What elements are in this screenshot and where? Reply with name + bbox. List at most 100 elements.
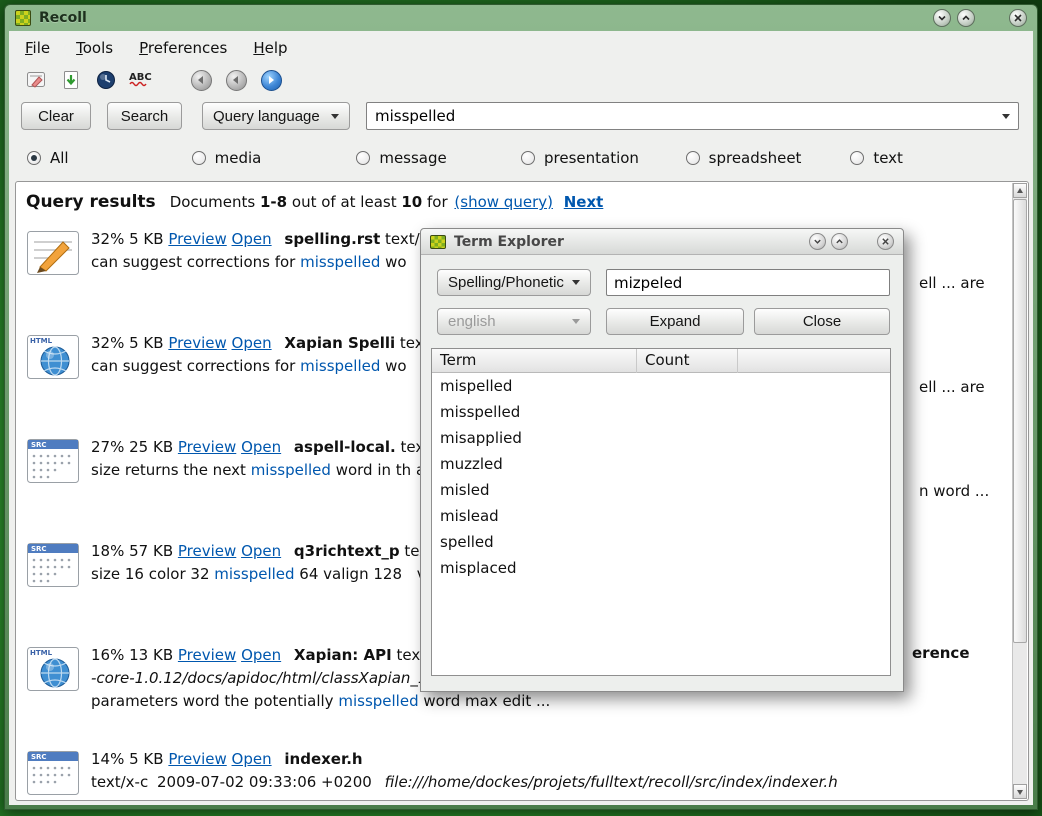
open-link[interactable]: Open bbox=[232, 230, 272, 248]
highlighted-term: misspelled bbox=[300, 253, 380, 271]
dialog-titlebar[interactable]: Term Explorer bbox=[421, 229, 903, 255]
dialog-title: Term Explorer bbox=[454, 234, 564, 250]
window-titlebar[interactable]: Recoll bbox=[5, 5, 1037, 31]
radio-text[interactable] bbox=[850, 151, 864, 165]
chevron-down-icon bbox=[572, 319, 580, 324]
term-input[interactable] bbox=[606, 269, 890, 296]
term-row[interactable]: misplaced bbox=[432, 555, 890, 581]
svg-text:SRC: SRC bbox=[31, 753, 47, 761]
preview-link[interactable]: Preview bbox=[178, 438, 236, 456]
results-summary: Documents 1-8 out of at least 10 for (sh… bbox=[170, 193, 604, 211]
search-row: Clear Search Query language bbox=[9, 99, 1033, 131]
save-page-icon[interactable] bbox=[58, 67, 84, 93]
unshade-icon[interactable] bbox=[957, 9, 975, 27]
term-row[interactable]: mislead bbox=[432, 503, 890, 529]
preview-link[interactable]: Preview bbox=[168, 750, 226, 768]
result-row: SRC 14% 5 KB Preview Open indexer.h text bbox=[26, 748, 1010, 794]
menu-preferences[interactable]: Preferences bbox=[135, 37, 231, 59]
column-header-count[interactable]: Count bbox=[637, 349, 738, 373]
nav-prev-icon[interactable] bbox=[223, 67, 249, 93]
open-link[interactable]: Open bbox=[232, 750, 272, 768]
menubar: File Tools Preferences Help bbox=[9, 31, 1033, 63]
app-icon bbox=[430, 235, 446, 249]
scroll-up-icon[interactable] bbox=[1013, 183, 1027, 198]
query-input[interactable] bbox=[367, 107, 1002, 125]
occluded-text-fragment: ell ... are bbox=[919, 274, 985, 292]
results-scrollbar[interactable] bbox=[1012, 183, 1027, 799]
column-header-term[interactable]: Term bbox=[432, 349, 637, 373]
nav-first-icon[interactable] bbox=[188, 67, 214, 93]
search-button[interactable]: Search bbox=[107, 102, 182, 130]
source-code-icon: SRC bbox=[26, 438, 80, 528]
highlighted-term: misspelled bbox=[300, 357, 380, 375]
spellcheck-abc-icon[interactable]: ABC bbox=[128, 67, 154, 93]
filter-presentation[interactable]: presentation bbox=[521, 149, 686, 167]
term-row[interactable]: misapplied bbox=[432, 425, 890, 451]
svg-text:HTML: HTML bbox=[30, 337, 53, 345]
shade-icon[interactable] bbox=[809, 233, 826, 250]
filter-text[interactable]: text bbox=[850, 149, 1015, 167]
radio-spreadsheet[interactable] bbox=[686, 151, 700, 165]
history-clock-icon[interactable] bbox=[93, 67, 119, 93]
window-title: Recoll bbox=[39, 10, 87, 26]
query-combobox[interactable] bbox=[366, 102, 1019, 130]
next-page-link[interactable]: Next bbox=[564, 193, 604, 211]
menu-tools[interactable]: Tools bbox=[72, 37, 117, 59]
show-query-link[interactable]: (show query) bbox=[454, 193, 553, 211]
radio-media[interactable] bbox=[192, 151, 206, 165]
radio-presentation[interactable] bbox=[521, 151, 535, 165]
result-snippet: parameters word the potentially misspell… bbox=[91, 692, 550, 710]
result-size: 13 KB bbox=[129, 646, 173, 664]
open-link[interactable]: Open bbox=[232, 334, 272, 352]
svg-text:SRC: SRC bbox=[31, 441, 47, 449]
menu-help[interactable]: Help bbox=[249, 37, 291, 59]
radio-all[interactable] bbox=[27, 151, 41, 165]
result-title: aspell-local. bbox=[294, 438, 396, 456]
clear-search-icon[interactable] bbox=[23, 67, 49, 93]
close-icon[interactable] bbox=[877, 233, 894, 250]
terms-table: Term Count mispelled misspelled misappli… bbox=[431, 348, 891, 676]
unshade-icon[interactable] bbox=[831, 233, 848, 250]
filter-message[interactable]: message bbox=[356, 149, 521, 167]
open-link[interactable]: Open bbox=[241, 438, 281, 456]
result-total: 10 bbox=[401, 193, 422, 211]
svg-text:ABC: ABC bbox=[129, 72, 152, 83]
filter-all[interactable]: All bbox=[27, 149, 192, 167]
radio-message[interactable] bbox=[356, 151, 370, 165]
scroll-down-icon[interactable] bbox=[1013, 784, 1027, 799]
close-icon[interactable] bbox=[1009, 9, 1027, 27]
preview-link[interactable]: Preview bbox=[168, 334, 226, 352]
menu-file[interactable]: File bbox=[21, 37, 54, 59]
open-link[interactable]: Open bbox=[241, 542, 281, 560]
table-header: Term Count bbox=[432, 349, 890, 373]
source-code-icon: SRC bbox=[26, 750, 80, 794]
filter-spreadsheet[interactable]: spreadsheet bbox=[686, 149, 851, 167]
html-globe-icon: HTML bbox=[26, 646, 80, 736]
result-snippet: size returns the next misspelled word in… bbox=[91, 461, 411, 479]
result-date: 2009-07-02 09:33:06 +0200 bbox=[157, 773, 372, 791]
expansion-mode-dropdown[interactable]: Spelling/Phonetic bbox=[437, 269, 591, 296]
text-document-icon bbox=[26, 230, 80, 320]
query-language-dropdown[interactable]: Query language bbox=[202, 102, 350, 130]
scrollbar-thumb[interactable] bbox=[1013, 199, 1027, 643]
nav-next-icon[interactable] bbox=[258, 67, 284, 93]
term-row[interactable]: mispelled bbox=[432, 373, 890, 399]
shade-icon[interactable] bbox=[933, 9, 951, 27]
preview-link[interactable]: Preview bbox=[168, 230, 226, 248]
result-mime: text/x-c bbox=[91, 773, 148, 791]
combobox-arrow-icon[interactable] bbox=[1002, 114, 1010, 119]
open-link[interactable]: Open bbox=[241, 646, 281, 664]
expand-button[interactable]: Expand bbox=[606, 308, 744, 335]
term-row[interactable]: misled bbox=[432, 477, 890, 503]
preview-link[interactable]: Preview bbox=[178, 646, 236, 664]
svg-text:HTML: HTML bbox=[30, 649, 53, 657]
result-score: 32% bbox=[91, 230, 124, 248]
highlighted-term: misspelled bbox=[251, 461, 331, 479]
term-row[interactable]: muzzled bbox=[432, 451, 890, 477]
preview-link[interactable]: Preview bbox=[178, 542, 236, 560]
clear-button[interactable]: Clear bbox=[21, 102, 91, 130]
filter-media[interactable]: media bbox=[192, 149, 357, 167]
term-row[interactable]: misspelled bbox=[432, 399, 890, 425]
close-button[interactable]: Close bbox=[754, 308, 890, 335]
term-row[interactable]: spelled bbox=[432, 529, 890, 555]
